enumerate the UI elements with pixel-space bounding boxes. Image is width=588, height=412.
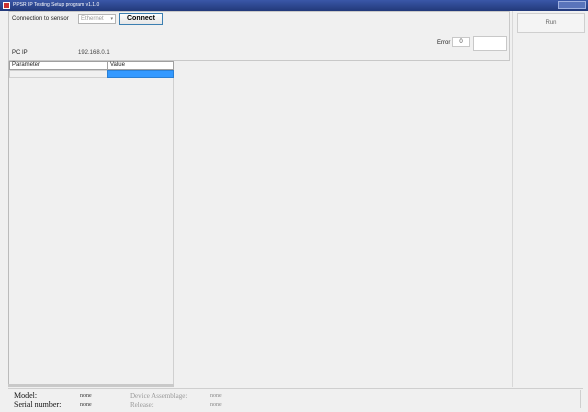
error-code-field[interactable]: 0 bbox=[452, 37, 470, 47]
resize-grip[interactable] bbox=[580, 390, 587, 408]
parameter-grid[interactable]: Parameter Value bbox=[8, 61, 174, 387]
release-value: none bbox=[210, 402, 222, 408]
parameter-cell[interactable] bbox=[9, 70, 108, 78]
pc-ip-label: PC IP bbox=[12, 50, 28, 56]
column-header-value[interactable]: Value bbox=[107, 61, 174, 70]
serial-number-value: none bbox=[80, 402, 92, 408]
error-text-field[interactable] bbox=[473, 36, 507, 51]
device-assemblage-value: none bbox=[210, 393, 222, 399]
column-header-parameter[interactable]: Parameter bbox=[9, 61, 108, 70]
pc-ip-value: 192.168.0.1 bbox=[78, 50, 110, 56]
serial-number-label: Serial number: bbox=[14, 400, 62, 409]
run-button[interactable]: Run bbox=[517, 13, 585, 33]
connection-type-select[interactable]: Ethernet ▾ bbox=[78, 14, 116, 24]
connection-type-value: Ethernet bbox=[81, 16, 104, 22]
model-label: Model: bbox=[14, 391, 38, 400]
right-panel-divider bbox=[512, 11, 513, 387]
connect-button[interactable]: Connect bbox=[119, 13, 163, 25]
model-value: none bbox=[80, 393, 92, 399]
title-bar: PPSR IP Testing Setup program v1.1.0 bbox=[0, 0, 588, 11]
table-row[interactable] bbox=[9, 70, 174, 78]
horizontal-scrollbar[interactable] bbox=[8, 384, 174, 387]
app-icon bbox=[3, 2, 10, 9]
connection-label: Connection to sensor bbox=[12, 16, 69, 22]
release-label: Release: bbox=[130, 401, 154, 409]
device-assemblage-label: Device Assemblage: bbox=[130, 392, 188, 400]
grid-header: Parameter Value bbox=[9, 61, 174, 70]
status-bar: Model: none Serial number: none Device A… bbox=[8, 388, 583, 410]
window-title: PPSR IP Testing Setup program v1.1.0 bbox=[13, 2, 100, 8]
window-controls[interactable] bbox=[558, 1, 586, 9]
error-label: Error bbox=[437, 40, 451, 46]
value-cell-selected[interactable] bbox=[107, 70, 174, 78]
chevron-down-icon: ▾ bbox=[110, 16, 113, 22]
